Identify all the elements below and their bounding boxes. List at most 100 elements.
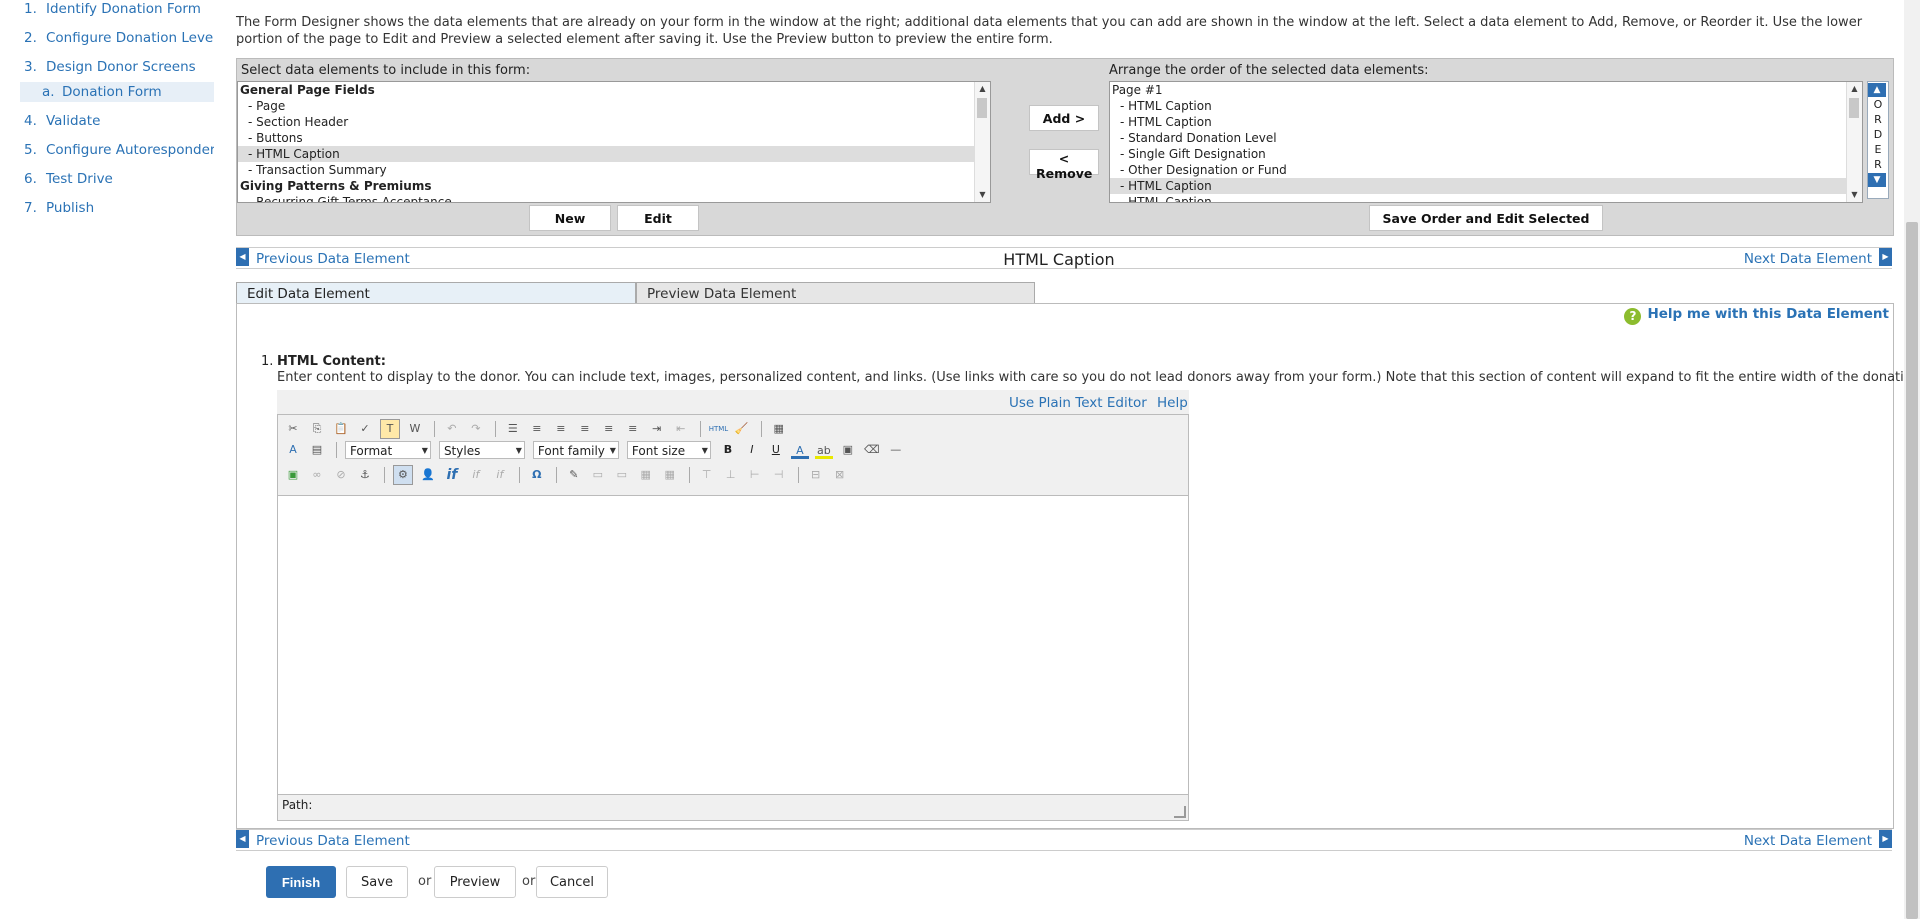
list-scrollbar[interactable]: ▲ ▼ bbox=[1846, 82, 1862, 202]
save-button[interactable]: Save bbox=[346, 866, 408, 898]
paste-word-icon[interactable]: W bbox=[406, 420, 424, 438]
highlight-color-icon[interactable]: ab bbox=[814, 442, 833, 459]
indent-icon[interactable]: ⇥ bbox=[648, 420, 666, 438]
conditional-if-icon[interactable]: if bbox=[443, 466, 461, 484]
list-item[interactable]: - Standard Donation Level bbox=[1110, 130, 1862, 146]
list-group[interactable]: General Page Fields bbox=[238, 82, 990, 98]
text-color-icon[interactable]: A bbox=[790, 442, 809, 459]
add-button[interactable]: Add > bbox=[1029, 105, 1099, 131]
list-item[interactable]: - HTML Caption bbox=[1110, 98, 1862, 114]
table-merge-icon[interactable]: ▦ bbox=[637, 466, 655, 484]
numbered-list-icon[interactable]: ≡ bbox=[528, 420, 546, 438]
selected-elements-list[interactable]: Page #1 - HTML Caption - HTML Caption - … bbox=[1109, 81, 1863, 203]
page-scrollbar[interactable] bbox=[1904, 0, 1920, 919]
font-family-select[interactable]: Font family ▼ bbox=[532, 441, 619, 459]
preview-button[interactable]: Preview bbox=[434, 866, 516, 898]
prev-arrow-icon[interactable]: ◀ bbox=[236, 830, 249, 848]
editor-content-area[interactable] bbox=[278, 495, 1188, 795]
undo-icon[interactable]: ↶ bbox=[443, 420, 461, 438]
styles-select[interactable]: Styles ▼ bbox=[438, 441, 525, 459]
conditional-else-icon[interactable]: if bbox=[467, 466, 485, 484]
available-elements-list[interactable]: General Page Fields - Page - Section Hea… bbox=[237, 81, 991, 203]
italic-icon[interactable]: I bbox=[743, 441, 761, 459]
step-validate[interactable]: 4. Validate bbox=[24, 113, 100, 129]
list-item-selected[interactable]: - HTML Caption bbox=[238, 146, 990, 162]
step-configure-autoresponders[interactable]: 5. Configure Autoresponders bbox=[24, 142, 223, 158]
table-icon[interactable]: ▦ bbox=[770, 420, 788, 438]
tab-edit-data-element[interactable]: Edit Data Element bbox=[236, 282, 636, 304]
underline-icon[interactable]: U bbox=[767, 441, 785, 459]
edit-button[interactable]: Edit bbox=[617, 205, 699, 231]
save-order-button[interactable]: Save Order and Edit Selected bbox=[1369, 205, 1603, 231]
unlink-icon[interactable]: ⊘ bbox=[332, 466, 350, 484]
align-center-icon[interactable]: ≡ bbox=[576, 420, 594, 438]
finish-button[interactable]: Finish bbox=[266, 866, 336, 898]
font-style-icon[interactable]: A bbox=[284, 441, 302, 459]
insert-field-icon[interactable]: ▣ bbox=[839, 441, 857, 459]
eraser-icon[interactable]: ⌫ bbox=[863, 441, 881, 459]
link-icon[interactable]: ∞ bbox=[308, 466, 326, 484]
personalize-icon[interactable]: 👤 bbox=[419, 466, 437, 484]
template-icon[interactable]: ▤ bbox=[308, 441, 326, 459]
scroll-thumb[interactable] bbox=[1849, 98, 1859, 118]
list-item[interactable]: - Recurring Gift Terms Acceptance bbox=[238, 194, 990, 202]
next-arrow-icon[interactable]: ▶ bbox=[1879, 830, 1892, 848]
special-char-icon[interactable]: Ω bbox=[528, 466, 546, 484]
help-data-element-link[interactable]: ? Help me with this Data Element bbox=[1624, 306, 1889, 325]
page-scroll-thumb[interactable] bbox=[1906, 222, 1918, 919]
insert-col-after-icon[interactable]: ⊣ bbox=[770, 466, 788, 484]
spellcheck-icon[interactable]: ✓ bbox=[356, 420, 374, 438]
scroll-up-icon[interactable]: ▲ bbox=[975, 82, 990, 96]
outdent-icon[interactable]: ⇤ bbox=[672, 420, 690, 438]
resize-handle-icon[interactable] bbox=[1174, 806, 1186, 818]
list-scrollbar[interactable]: ▲ ▼ bbox=[974, 82, 990, 202]
list-item[interactable]: - Other Designation or Fund bbox=[1110, 162, 1862, 178]
insert-col-before-icon[interactable]: ⊢ bbox=[746, 466, 764, 484]
delete-col-icon[interactable]: ⊠ bbox=[831, 466, 849, 484]
html-source-icon[interactable]: HTML bbox=[709, 420, 728, 438]
table-split-icon[interactable]: ▦ bbox=[661, 466, 679, 484]
move-down-icon[interactable]: ▼ bbox=[1868, 173, 1886, 187]
align-right-icon[interactable]: ≡ bbox=[600, 420, 618, 438]
list-item[interactable]: - Buttons bbox=[238, 130, 990, 146]
step-publish[interactable]: 7. Publish bbox=[24, 200, 94, 216]
substep-donation-form[interactable]: a. Donation Form bbox=[20, 82, 214, 102]
justify-icon[interactable]: ≡ bbox=[624, 420, 642, 438]
cleanup-icon[interactable]: 🧹 bbox=[733, 420, 751, 438]
edit-css-icon[interactable]: ✎ bbox=[565, 466, 583, 484]
format-select[interactable]: Format ▼ bbox=[344, 441, 431, 459]
remove-button[interactable]: < Remove bbox=[1029, 149, 1099, 181]
table-cell-icon[interactable]: ▭ bbox=[613, 466, 631, 484]
table-row-icon[interactable]: ▭ bbox=[589, 466, 607, 484]
paste-text-icon[interactable]: T bbox=[379, 419, 400, 439]
align-left-icon[interactable]: ≡ bbox=[552, 420, 570, 438]
anchor-icon[interactable]: ⚓ bbox=[356, 466, 374, 484]
step-configure-donation-levels[interactable]: 2. Configure Donation Levels bbox=[24, 30, 224, 46]
list-group[interactable]: Giving Patterns & Premiums bbox=[238, 178, 990, 194]
list-item[interactable]: - Single Gift Designation bbox=[1110, 146, 1862, 162]
list-group[interactable]: Page #1 bbox=[1110, 82, 1862, 98]
font-size-select[interactable]: Font size ▼ bbox=[626, 441, 711, 459]
tab-preview-data-element[interactable]: Preview Data Element bbox=[636, 282, 1035, 304]
scroll-up-icon[interactable]: ▲ bbox=[1847, 82, 1862, 96]
list-item[interactable]: - Page bbox=[238, 98, 990, 114]
list-item[interactable]: - Transaction Summary bbox=[238, 162, 990, 178]
step-test-drive[interactable]: 6. Test Drive bbox=[24, 171, 113, 187]
delete-row-icon[interactable]: ⊟ bbox=[807, 466, 825, 484]
scroll-down-icon[interactable]: ▼ bbox=[975, 188, 990, 202]
step-design-donor-screens[interactable]: 3. Design Donor Screens bbox=[24, 59, 196, 75]
next-element-link[interactable]: Next Data Element bbox=[1744, 833, 1872, 849]
editor-help-link[interactable]: Help bbox=[1157, 395, 1188, 411]
cut-icon[interactable]: ✂ bbox=[284, 420, 302, 438]
prev-element-link[interactable]: Previous Data Element bbox=[256, 833, 410, 849]
horizontal-rule-icon[interactable]: — bbox=[887, 441, 905, 459]
list-item[interactable]: - HTML Caption bbox=[1110, 114, 1862, 130]
order-control[interactable]: ▲ O R D E R ▼ bbox=[1867, 81, 1889, 199]
new-button[interactable]: New bbox=[529, 205, 611, 231]
plain-text-editor-link[interactable]: Use Plain Text Editor bbox=[1009, 395, 1147, 411]
insert-image-icon[interactable]: ▣ bbox=[284, 466, 302, 484]
bold-icon[interactable]: B bbox=[719, 441, 737, 459]
insert-row-after-icon[interactable]: ⊥ bbox=[722, 466, 740, 484]
step-identify-donation-form[interactable]: 1. Identify Donation Form bbox=[24, 1, 201, 17]
cancel-button[interactable]: Cancel bbox=[536, 866, 608, 898]
